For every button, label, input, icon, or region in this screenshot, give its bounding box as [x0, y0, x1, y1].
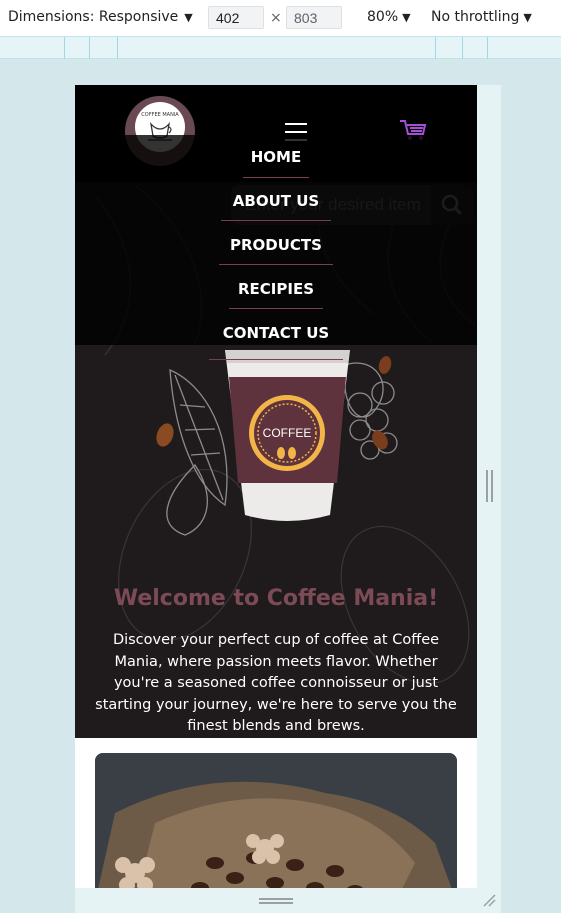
nav-item-products[interactable]: PRODUCTS — [75, 236, 477, 254]
media-query-ruler[interactable] — [0, 36, 561, 59]
chevron-down-icon: ▼ — [402, 11, 411, 24]
resize-corner-icon[interactable] — [482, 893, 496, 907]
ruler-tick — [435, 37, 436, 59]
dimension-separator: × — [270, 10, 282, 26]
hero-section: COFFEE Welcome to Coffee Mania! Discover… — [75, 85, 477, 738]
nav-item-contact-us[interactable]: CONTACT US — [75, 324, 477, 342]
ruler-tick — [462, 37, 463, 59]
zoom-dropdown[interactable]: 80% ▼ — [367, 9, 411, 25]
nav-item-recipies[interactable]: RECIPIES — [75, 280, 477, 298]
hero-description: Discover your perfect cup of coffee at C… — [95, 632, 457, 734]
resize-handle-bottom[interactable] — [259, 898, 293, 904]
zoom-label: 80% — [367, 9, 399, 25]
nav-divider — [219, 264, 333, 265]
nav-divider — [209, 359, 343, 360]
chevron-down-icon: ▼ — [184, 11, 193, 24]
hero-title: Welcome to Coffee Mania! — [113, 586, 439, 611]
resize-handle-right[interactable] — [486, 470, 493, 502]
dimensions-label: Dimensions: Responsive — [8, 9, 179, 25]
throttling-dropdown[interactable]: No throttling ▼ — [431, 9, 532, 25]
nav-divider — [243, 177, 309, 178]
logo-text: COFFEE MANIA — [141, 112, 179, 118]
coffee-beans-photo — [95, 753, 457, 888]
coffee-cup-illustration: COFFEE — [156, 350, 398, 536]
ruler-tick — [64, 37, 65, 59]
ruler-tick — [117, 37, 118, 59]
nav-divider — [221, 220, 331, 221]
nav-divider — [229, 308, 323, 309]
nav-item-home[interactable]: HOME — [75, 148, 477, 166]
height-input[interactable] — [286, 6, 342, 29]
device-viewport: COFFEE Welcome to Coffee Mania! Discover… — [75, 85, 477, 888]
devtools-toolbar: Dimensions: Responsive▼ × 80%▼ No thrott… — [0, 0, 561, 36]
cup-label: COFFEE — [263, 426, 312, 440]
throttling-label: No throttling — [431, 9, 520, 25]
width-input[interactable] — [208, 6, 264, 29]
nav-item-about-us[interactable]: ABOUT US — [75, 192, 477, 210]
dimensions-dropdown[interactable]: Dimensions: Responsive ▼ — [8, 9, 193, 25]
ruler-tick — [89, 37, 90, 59]
chevron-down-icon: ▼ — [523, 11, 532, 24]
nav-menu: HOME ABOUT US PRODUCTS RECIPIES CONTACT … — [75, 135, 477, 345]
ruler-tick — [487, 37, 488, 59]
coffee-beans-image — [95, 753, 457, 888]
